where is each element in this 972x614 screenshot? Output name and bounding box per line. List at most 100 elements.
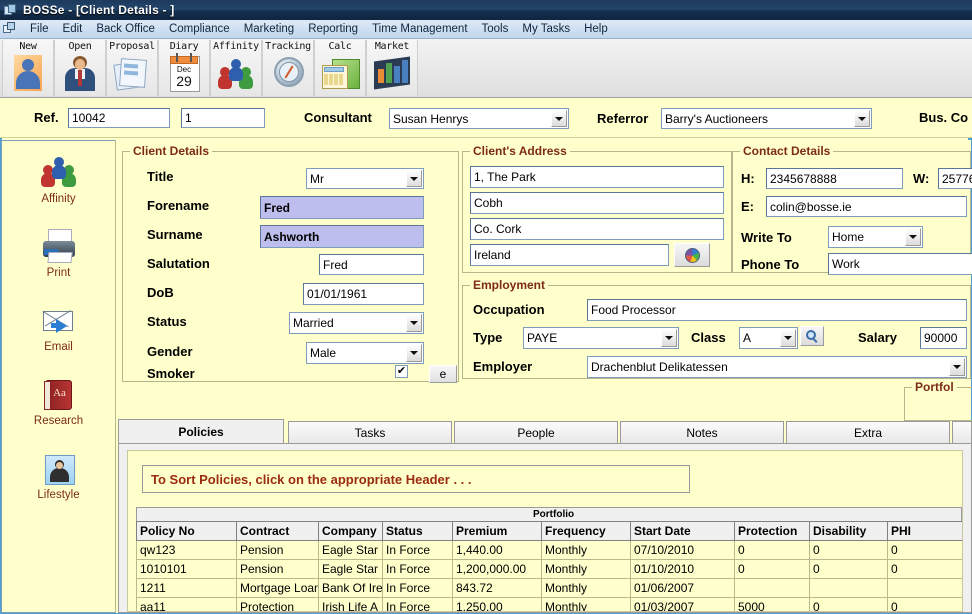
sidebar-item-email[interactable]: Email — [2, 301, 115, 375]
toolbar-button-affinity[interactable]: Affinity — [210, 40, 262, 96]
menu-item-file[interactable]: File — [23, 22, 56, 36]
toolbar-button-market[interactable]: Market — [366, 40, 418, 96]
ref-input[interactable]: 10042 — [68, 108, 170, 128]
occupation-input[interactable]: Food Processor — [587, 299, 967, 321]
referror-select[interactable]: Barry's Auctioneers — [661, 108, 872, 129]
dob-input[interactable]: 01/01/1961 — [303, 283, 424, 305]
title-select[interactable]: Mr — [306, 168, 424, 189]
table-row[interactable]: qw123 Pension Eagle Star In Force 1,440.… — [136, 540, 962, 560]
toolbar-button-new[interactable]: New — [2, 40, 54, 96]
status-select[interactable]: Married — [289, 312, 424, 334]
tab-tasks[interactable]: Tasks — [288, 421, 452, 443]
chevron-down-icon[interactable] — [905, 228, 921, 246]
address-line2-input[interactable]: Cobh — [470, 192, 724, 214]
menu-item-my-tasks[interactable]: My Tasks — [515, 22, 577, 36]
toolbar-button-diary[interactable]: Diary Dec 29 — [158, 40, 210, 96]
e-button[interactable]: e — [429, 365, 457, 383]
employer-select[interactable]: Drachenblut Delikatessen — [587, 356, 967, 378]
menu-item-reporting[interactable]: Reporting — [301, 22, 365, 36]
status-value: Married — [293, 316, 334, 330]
consultant-select[interactable]: Susan Henrys — [389, 108, 569, 129]
email-envelope-icon — [39, 301, 79, 339]
tab-tasks-label: Tasks — [354, 425, 386, 440]
sidebar-item-research[interactable]: Aa Research — [2, 375, 115, 449]
sort-hint-banner: To Sort Policies, click on the appropria… — [142, 465, 690, 493]
chevron-down-icon[interactable] — [780, 329, 796, 347]
toolbar-button-calc[interactable]: Calc — [314, 40, 366, 96]
class-select[interactable]: A — [739, 327, 798, 349]
column-header-status[interactable]: Status — [382, 521, 453, 541]
left-sidebar: Affinity Print Email Aa Research Lifesty… — [1, 140, 116, 613]
ref-label: Ref. — [34, 110, 59, 125]
column-header-contract[interactable]: Contract — [236, 521, 319, 541]
ref-sub-input[interactable]: 1 — [181, 108, 265, 128]
cell-frequency: Monthly — [541, 597, 631, 611]
menu-item-time-management[interactable]: Time Management — [365, 22, 474, 36]
employment-type-value: PAYE — [527, 331, 558, 345]
menu-item-edit[interactable]: Edit — [56, 22, 90, 36]
chevron-down-icon[interactable] — [406, 314, 422, 332]
tab-notes[interactable]: Notes — [620, 421, 784, 443]
menu-item-tools[interactable]: Tools — [475, 22, 516, 36]
email-input[interactable]: colin@bosse.ie — [766, 196, 967, 217]
home-phone-input[interactable]: 2345678888 — [766, 168, 903, 189]
column-header-policy-no[interactable]: Policy No — [136, 521, 237, 541]
cell-start-date: 07/10/2010 — [630, 540, 735, 560]
chevron-down-icon[interactable] — [406, 170, 422, 187]
table-row[interactable]: aa11 Protection Irish Life A In Force 1,… — [136, 597, 962, 611]
employment-type-select[interactable]: PAYE — [523, 327, 679, 349]
toolbar-button-tracking[interactable]: Tracking — [262, 40, 314, 96]
sidebar-item-lifestyle[interactable]: Lifestyle — [2, 449, 115, 523]
gender-select[interactable]: Male — [306, 342, 424, 364]
forename-input[interactable]: Fred — [260, 196, 424, 219]
column-header-company[interactable]: Company — [318, 521, 383, 541]
menu-item-compliance[interactable]: Compliance — [162, 22, 237, 36]
write-to-select[interactable]: Home — [828, 226, 923, 248]
salary-input[interactable]: 90000 — [920, 327, 967, 349]
smoker-checkbox[interactable]: ✔ — [395, 365, 408, 378]
address-line3-input[interactable]: Co. Cork — [470, 218, 724, 240]
chevron-down-icon[interactable] — [949, 358, 965, 376]
column-header-frequency[interactable]: Frequency — [541, 521, 631, 541]
address-line4-input[interactable]: Ireland — [470, 244, 669, 266]
table-row[interactable]: 1010101 Pension Eagle Star In Force 1,20… — [136, 559, 962, 579]
chevron-down-icon[interactable] — [661, 329, 677, 347]
column-header-disability[interactable]: Disability — [809, 521, 888, 541]
chevron-down-icon[interactable] — [854, 110, 870, 127]
client-details-group-title: Client Details — [130, 144, 213, 158]
tab-people[interactable]: People — [454, 421, 618, 443]
column-header-protection[interactable]: Protection — [734, 521, 810, 541]
toolbar-button-market-label: Market — [374, 41, 410, 52]
sidebar-item-print[interactable]: Print — [2, 227, 115, 301]
tab-policies[interactable]: Policies — [118, 419, 284, 443]
column-header-phi[interactable]: PHI — [887, 521, 962, 541]
cell-contract: Protection — [236, 597, 319, 611]
menu-item-marketing[interactable]: Marketing — [237, 22, 302, 36]
menu-item-back-office[interactable]: Back Office — [89, 22, 162, 36]
toolbar-button-open[interactable]: Open — [54, 40, 106, 96]
menu-item-help[interactable]: Help — [577, 22, 615, 36]
phone-to-input[interactable]: Work — [828, 253, 972, 275]
chevron-down-icon[interactable] — [406, 344, 422, 362]
employment-group: Employment Occupation Food Processor Typ… — [462, 278, 971, 379]
research-book-icon: Aa — [39, 375, 79, 413]
class-search-button[interactable] — [800, 326, 824, 346]
tab-overflow[interactable] — [952, 421, 972, 443]
column-header-start-date[interactable]: Start Date — [630, 521, 735, 541]
tab-notes-label: Notes — [686, 425, 718, 440]
table-row[interactable]: 1211 Mortgage Loan Bank Of Ireland In Fo… — [136, 578, 962, 598]
mdi-child-icon[interactable] — [2, 22, 18, 36]
open-client-icon — [60, 53, 100, 91]
write-to-value: Home — [832, 230, 865, 244]
surname-input[interactable]: Ashworth — [260, 225, 424, 248]
salutation-input[interactable]: Fred — [319, 254, 424, 275]
chevron-down-icon[interactable] — [551, 110, 567, 127]
cell-status: In Force — [382, 540, 453, 560]
tab-extra[interactable]: Extra — [786, 421, 950, 443]
work-phone-input[interactable]: 257768 — [938, 168, 972, 189]
column-header-premium[interactable]: Premium — [452, 521, 542, 541]
toolbar-button-proposal[interactable]: Proposal — [106, 40, 158, 96]
address-globe-button[interactable] — [674, 243, 710, 267]
address-line1-input[interactable]: 1, The Park — [470, 166, 724, 188]
sidebar-item-affinity[interactable]: Affinity — [2, 153, 115, 227]
